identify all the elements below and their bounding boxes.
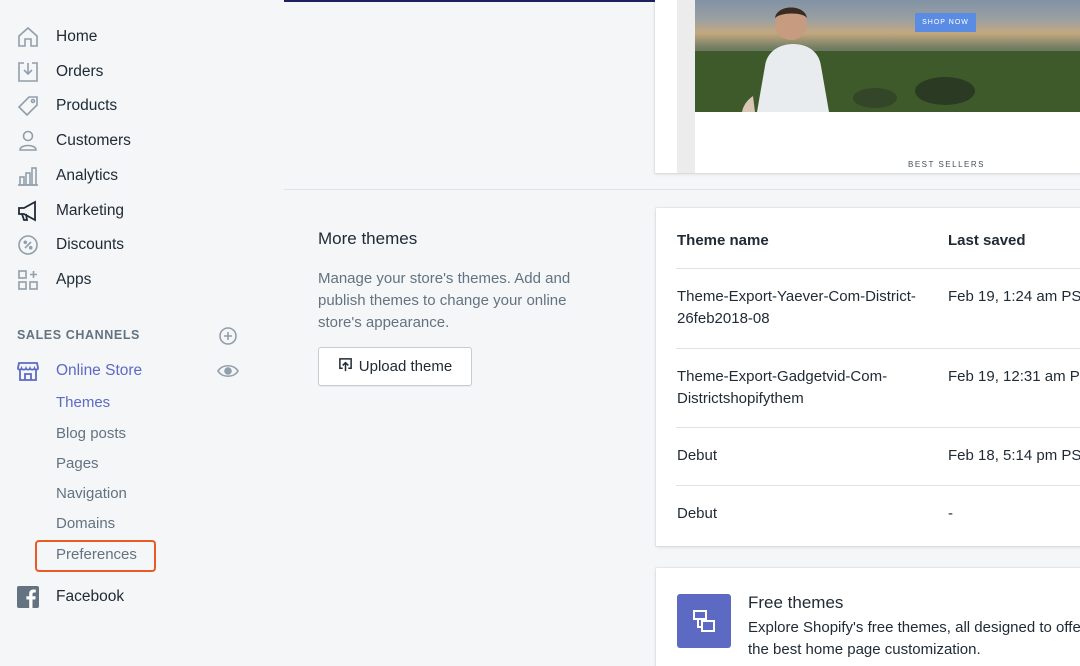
shop-now-button[interactable]: SHOP NOW [915, 13, 976, 32]
free-themes-description: Explore Shopify's free themes, all desig… [748, 619, 1080, 658]
sidebar-subitem-domains[interactable]: Domains [56, 515, 115, 532]
column-header-theme-name: Theme name [677, 232, 769, 249]
apps-icon [16, 268, 40, 292]
sidebar-item-label: Discounts [56, 236, 125, 253]
view-store-eye-icon[interactable] [217, 362, 239, 380]
sidebar-item-home[interactable]: Home [16, 22, 256, 52]
sidebar-item-label: Home [56, 28, 98, 45]
upload-theme-button[interactable]: Upload theme [318, 347, 472, 386]
sidebar-item-label: Analytics [56, 167, 119, 184]
sidebar-subitem-blog-posts[interactable]: Blog posts [56, 425, 126, 442]
bar-chart-icon [16, 164, 40, 188]
sidebar-item-label: Products [56, 97, 118, 114]
facebook-icon [16, 585, 40, 609]
sidebar-item-label: Apps [56, 271, 92, 288]
home-icon [16, 25, 40, 49]
sidebar-item-label: Orders [56, 63, 104, 80]
hero-scene [695, 7, 1080, 112]
tag-icon [16, 94, 40, 118]
sidebar-item-customers[interactable]: Customers [16, 126, 256, 156]
theme-store-icon [677, 594, 731, 648]
sidebar-item-label: Facebook [56, 588, 125, 605]
column-header-last-saved: Last saved [948, 232, 1026, 249]
sidebar-item-label: Marketing [56, 202, 125, 219]
person-icon [16, 129, 40, 153]
free-themes-card[interactable]: Free themes Explore Shopify's free theme… [656, 568, 1080, 666]
last-saved-cell: Feb 19, 12:31 am PST [948, 368, 1080, 385]
sidebar-item-marketing[interactable]: Marketing [16, 196, 256, 226]
sidebar-item-analytics[interactable]: Analytics [16, 161, 256, 191]
sidebar-item-apps[interactable]: Apps [16, 265, 256, 295]
theme-name-cell: Debut [677, 505, 718, 522]
upload-icon [338, 357, 359, 376]
last-saved-cell: - [948, 505, 953, 522]
preview-gutter [677, 0, 695, 173]
theme-name-cell: Theme-Export-Yaever-Com-District-26feb20… [677, 288, 916, 327]
discount-icon [16, 233, 40, 257]
section-divider [284, 189, 1080, 190]
add-channel-icon[interactable] [218, 326, 238, 346]
orders-icon [16, 60, 40, 84]
sidebar-item-products[interactable]: Products [16, 91, 256, 121]
hero-image: SHOP NOW [695, 0, 1080, 112]
table-row[interactable]: Theme-Export-Yaever-Com-District-26feb20… [676, 268, 1080, 348]
upload-theme-label: Upload theme [358, 358, 453, 375]
last-saved-cell: Feb 19, 1:24 am PST [948, 288, 1080, 305]
table-row[interactable]: Theme-Export-Gadgetvid-Com-Districtshopi… [676, 348, 1080, 428]
themes-table-card: Theme name Last saved Theme-Export-Yaeve… [656, 208, 1080, 546]
store-icon [16, 359, 40, 383]
sidebar-subitem-pages[interactable]: Pages [56, 455, 99, 472]
sidebar: Home Orders Products Customers Analytics… [0, 0, 284, 666]
megaphone-icon [16, 199, 40, 223]
sidebar-item-discounts[interactable]: Discounts [16, 230, 256, 260]
theme-name-cell: Theme-Export-Gadgetvid-Com-Districtshopi… [677, 368, 888, 407]
preferences-highlight-box [35, 540, 156, 572]
theme-preview-card: SHOP NOW BEST SELLERS [655, 0, 1080, 173]
sidebar-subitem-navigation[interactable]: Navigation [56, 485, 127, 502]
last-saved-cell: Feb 18, 5:14 pm PST [948, 447, 1080, 464]
table-row[interactable]: Debut Feb 18, 5:14 pm PST [676, 427, 1080, 485]
sidebar-item-facebook[interactable]: Facebook [16, 582, 256, 612]
sales-channels-heading: SALES CHANNELS [17, 328, 140, 342]
theme-name-cell: Debut [677, 447, 718, 464]
sidebar-item-orders[interactable]: Orders [16, 57, 256, 87]
best-sellers-heading: BEST SELLERS [908, 160, 985, 169]
more-themes-description: Manage your store's themes. Add and publ… [318, 270, 571, 331]
sidebar-item-label: Online Store [56, 362, 143, 379]
more-themes-title: More themes [318, 229, 418, 248]
sidebar-item-label: Customers [56, 132, 131, 149]
sidebar-subitem-themes[interactable]: Themes [56, 394, 110, 411]
free-themes-title: Free themes [748, 593, 844, 612]
table-row[interactable]: Debut - [676, 485, 1080, 546]
